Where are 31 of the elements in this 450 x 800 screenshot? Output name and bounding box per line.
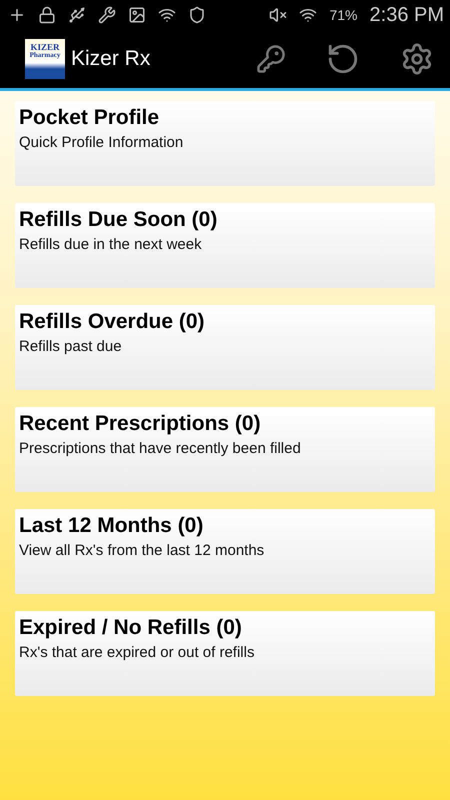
menu-card[interactable]: Last 12 Months (0) View all Rx's from the last 12 months — [15, 509, 435, 594]
shield-icon — [188, 6, 206, 24]
notification-icon — [8, 6, 26, 24]
wrench-icon — [98, 6, 116, 24]
lock-icon — [38, 6, 56, 24]
card-title: Refills Due Soon (0) — [19, 208, 218, 232]
image-icon — [128, 6, 146, 24]
card-title: Recent Prescriptions (0) — [19, 412, 262, 436]
card-subtitle: Prescriptions that have recently been filled — [19, 440, 302, 457]
app-title: Kizer Rx — [71, 47, 152, 71]
menu-card[interactable]: Pocket Profile Quick Profile Information — [15, 101, 435, 186]
card-subtitle: View all Rx's from the last 12 months — [19, 542, 266, 559]
card-title: Expired / No Refills (0) — [19, 616, 243, 640]
battery-level: 71% — [329, 7, 358, 23]
settings-icon[interactable] — [400, 42, 434, 76]
refresh-icon[interactable] — [326, 42, 360, 76]
menu-card[interactable]: Expired / No Refills (0) Rx's that are expired or out of refills — [15, 611, 435, 696]
card-title: Pocket Profile — [19, 106, 160, 130]
card-subtitle: Quick Profile Information — [19, 134, 184, 151]
menu-card[interactable]: Recent Prescriptions (0) Prescriptions that have recently been filled — [15, 407, 435, 492]
mute-icon — [269, 6, 288, 24]
usb-icon — [68, 6, 86, 24]
card-title: Refills Overdue (0) — [19, 310, 206, 334]
menu-card[interactable]: Refills Due Soon (0) Refills due in the next week — [15, 203, 435, 288]
card-subtitle: Refills past due — [19, 338, 123, 355]
card-subtitle: Refills due in the next week — [19, 236, 203, 253]
clock-time: 2:36 PM — [370, 4, 444, 26]
card-title: Last 12 Months (0) — [19, 514, 204, 538]
wifi-icon — [299, 6, 318, 24]
card-subtitle: Rx's that are expired or out of refills — [19, 644, 256, 661]
menu-card[interactable]: Refills Overdue (0) Refills past due — [15, 305, 435, 390]
